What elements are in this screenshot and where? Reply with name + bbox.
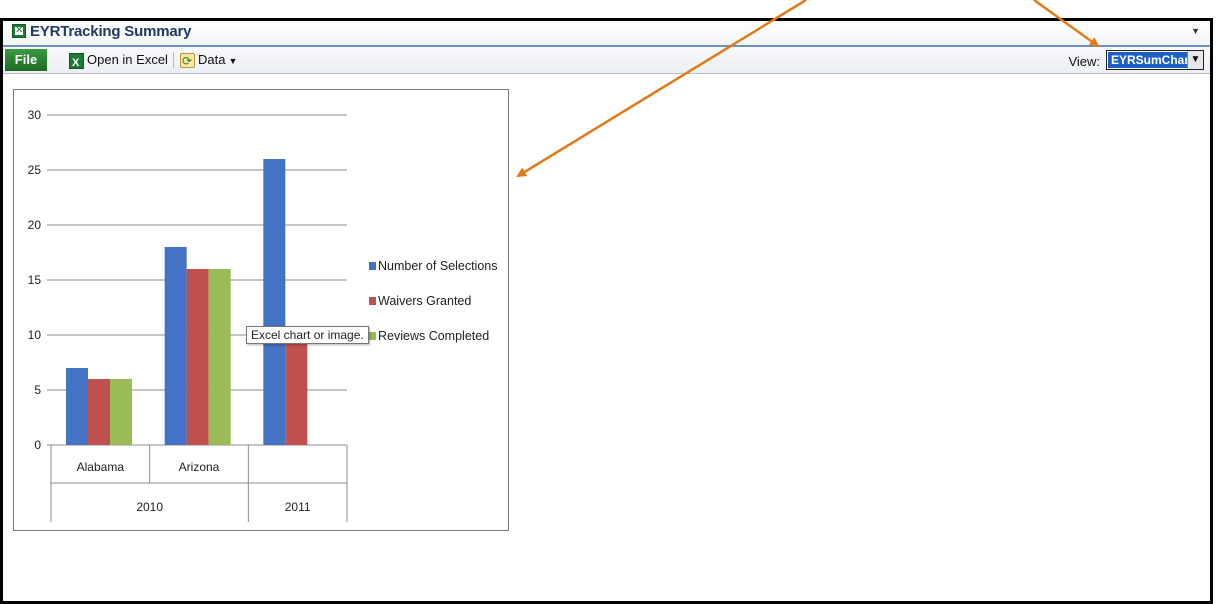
bar	[88, 379, 110, 445]
excel-icon	[69, 52, 84, 73]
data-menu-button[interactable]: Data▼	[180, 50, 238, 71]
view-select-value: EYRSumChart	[1108, 52, 1197, 68]
legend-swatch	[369, 297, 376, 305]
bar	[164, 247, 187, 445]
bar	[285, 335, 308, 445]
bar	[66, 368, 88, 445]
view-label: View:	[1068, 54, 1100, 69]
title-bar: EYRTracking Summary ▼	[3, 21, 1210, 47]
excel-logo-icon	[12, 24, 26, 38]
web-part-menu-caret-icon[interactable]: ▼	[1191, 26, 1200, 36]
y-tick-label: 20	[28, 218, 42, 232]
y-tick-label: 10	[28, 328, 42, 342]
excel-web-access-frame: EYRTracking Summary ▼ File Open in Excel…	[0, 18, 1213, 604]
view-select[interactable]: EYRSumChart ▼	[1106, 50, 1204, 70]
legend-swatch	[369, 262, 376, 270]
tooltip: Excel chart or image.	[246, 326, 369, 344]
chevron-down-icon: ▼	[228, 56, 238, 66]
y-tick-label: 15	[28, 273, 42, 287]
bar	[186, 269, 209, 445]
bar	[110, 379, 132, 445]
y-tick-label: 30	[28, 108, 42, 122]
bar	[208, 269, 231, 445]
legend-label: Waivers Granted	[378, 294, 471, 308]
toolbar: File Open in Excel Data▼ View: EYRSumCha…	[3, 47, 1210, 74]
x-tick-label: Arizona	[179, 460, 220, 474]
y-tick-label: 0	[34, 438, 41, 452]
open-in-excel-button[interactable]: Open in Excel	[69, 50, 168, 73]
file-button[interactable]: File	[5, 49, 47, 71]
chart-panel[interactable]: 0 5 10 15 20 25 30 Alabama Arizona 2010 2011 Number…	[13, 89, 509, 531]
legend-label: Reviews Completed	[378, 329, 489, 343]
y-tick-label: 5	[34, 383, 41, 397]
dropdown-arrow-icon[interactable]: ▼	[1187, 51, 1203, 69]
x-tick-label: Alabama	[77, 460, 125, 474]
bar	[263, 159, 286, 445]
page-title: EYRTracking Summary	[30, 23, 192, 40]
data-menu-label: Data	[198, 52, 226, 67]
bar-chart: 0 5 10 15 20 25 30 Alabama Arizona 2010 2011 Number…	[28, 108, 498, 522]
open-in-excel-label: Open in Excel	[87, 52, 168, 67]
data-refresh-icon	[180, 51, 195, 71]
y-tick-label: 25	[28, 163, 42, 177]
x-group-label: 2011	[285, 500, 311, 514]
toolbar-divider	[173, 52, 174, 68]
x-group-label: 2010	[136, 500, 163, 514]
legend-label: Number of Selections	[378, 259, 498, 273]
legend-swatch	[369, 332, 376, 340]
